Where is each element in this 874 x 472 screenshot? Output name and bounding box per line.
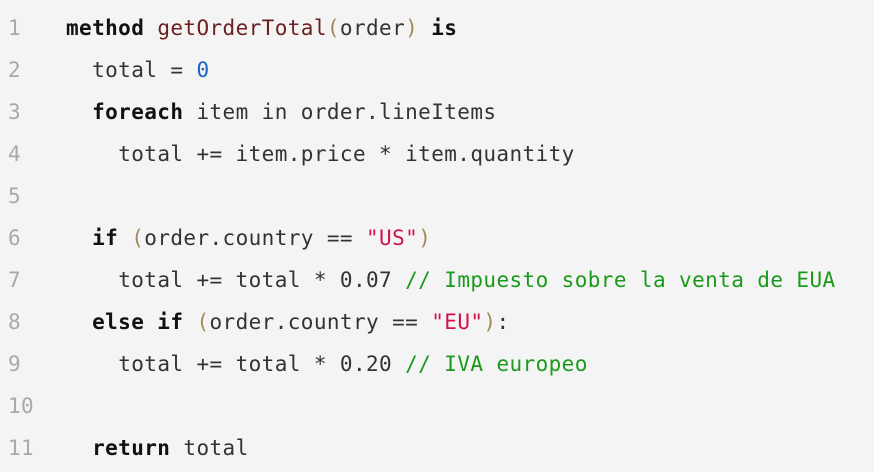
keyword: return [92,436,171,460]
code-line[interactable]: 9 total += total * 0.20 // IVA europeo [0,343,874,385]
line-number: 9 [8,352,22,376]
comment: // IVA europeo [405,352,588,376]
paren: ) [483,310,497,334]
keyword: method [66,16,145,40]
argument: order [339,16,406,40]
keyword: is [431,16,458,40]
code-text: total += total * 0.20 [118,352,406,376]
code-text: total += total * 0.07 [118,268,406,292]
code-line[interactable]: 7 total += total * 0.07 // Impuesto sobr… [0,259,874,301]
line-content: method getOrderTotal(order) is [66,16,457,40]
code-line[interactable]: 4 total += item.price * item.quantity [0,133,874,175]
number-literal: 0 [196,58,210,82]
paren: ( [183,310,210,334]
code-line[interactable]: 5 [0,175,874,217]
code-text: item in order.lineItems [183,100,497,124]
line-number: 2 [8,58,22,82]
keyword: if [92,226,119,250]
line-content: total += item.price * item.quantity [66,142,575,166]
line-content: total = 0 [66,58,210,82]
code-line[interactable]: 6 if (order.country == "US") [0,217,874,259]
code-line[interactable]: 10 [0,385,874,427]
line-number: 7 [8,268,22,292]
line-content: total += total * 0.07 // Impuesto sobre … [66,268,836,292]
line-content: total += total * 0.20 // IVA europeo [66,352,588,376]
code-line[interactable]: 1 method getOrderTotal(order) is [0,7,874,49]
code-text: order.country == [209,310,432,334]
line-content: else if (order.country == "EU"): [66,310,510,334]
code-editor[interactable]: 1 method getOrderTotal(order) is 2 total… [0,0,874,472]
code-line[interactable]: 2 total = 0 [0,49,874,91]
keyword: else if [92,310,184,334]
line-content: foreach item in order.lineItems [66,100,496,124]
paren: ) [418,226,432,250]
line-number: 4 [8,142,22,166]
line-number: 8 [8,310,22,334]
code-line[interactable]: 3 foreach item in order.lineItems [0,91,874,133]
line-number: 3 [8,100,22,124]
line-content: return total [66,436,249,460]
comment: // Impuesto sobre la venta de EUA [405,268,836,292]
keyword: foreach [92,100,184,124]
code-line[interactable]: 11 return total [0,427,874,469]
paren: ( [326,16,340,40]
string-literal: "US" [366,226,419,250]
code-text: total = [92,58,197,82]
line-number: 10 [8,394,35,418]
line-number: 1 [8,16,22,40]
line-number: 11 [8,436,35,460]
code-text: total [170,436,249,460]
function-name: getOrderTotal [157,16,327,40]
code-text: : [496,310,510,334]
line-number: 6 [8,226,22,250]
paren: ( [118,226,145,250]
code-line[interactable]: 8 else if (order.country == "EU"): [0,301,874,343]
line-number: 5 [8,184,22,208]
string-literal: "EU" [431,310,484,334]
line-content: if (order.country == "US") [66,226,431,250]
code-text: total += item.price * item.quantity [118,142,575,166]
paren: ) [405,16,419,40]
code-text: order.country == [144,226,367,250]
